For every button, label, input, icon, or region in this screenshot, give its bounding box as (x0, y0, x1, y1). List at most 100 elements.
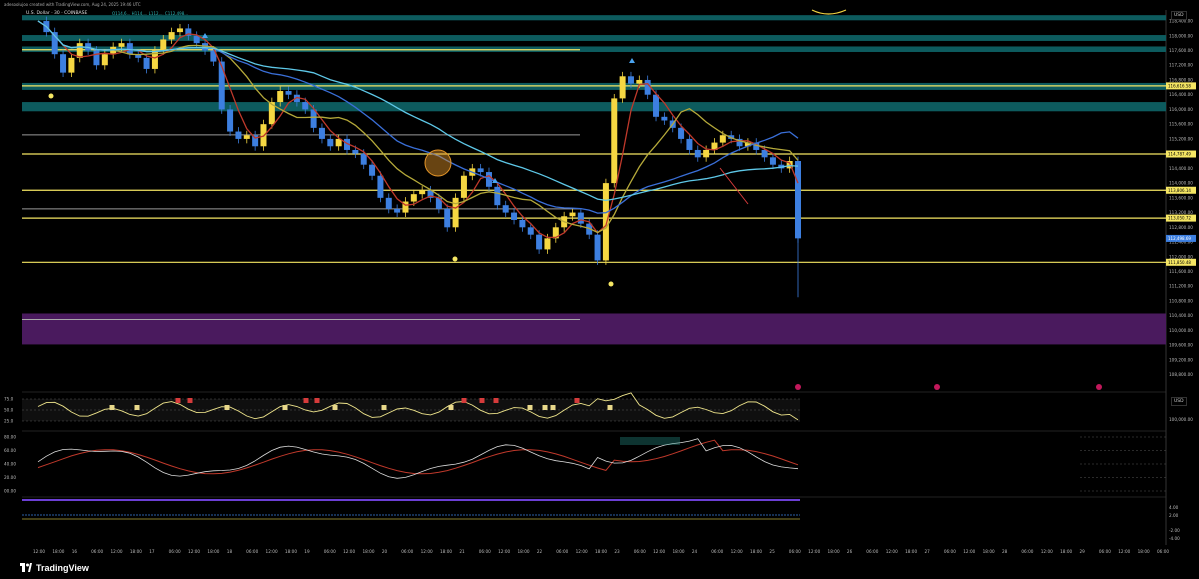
price-tick-label: 109,200.00 (1169, 357, 1193, 362)
candle-body (519, 219, 526, 228)
rsi-oversold-marker (282, 405, 288, 410)
time-tick-label: 28 (1002, 549, 1008, 554)
time-tick-label: 06:00 (324, 549, 336, 554)
time-tick-label: 06:00 (789, 549, 801, 554)
price-tick-label: 118,000.00 (1169, 33, 1193, 38)
candle-body (444, 208, 451, 228)
time-tick-label: 26 (847, 549, 853, 554)
price-tick-label: 116,800.00 (1169, 77, 1193, 82)
candle-body (661, 116, 668, 121)
candle-body (68, 57, 75, 73)
price-tick-label: 113,200.00 (1169, 210, 1193, 215)
time-tick-label: 18:00 (285, 549, 297, 554)
candle-body (569, 212, 576, 217)
time-tick-label: 23 (614, 549, 620, 554)
candle-body (627, 76, 634, 84)
candle-body (602, 183, 609, 261)
candle-body (218, 61, 225, 110)
rsi-tick-label: 50.0 (4, 408, 14, 413)
chart-frame: 118,400.00 118,000.00 117,600.00 117,200.00… (0, 0, 1199, 579)
time-tick-label: 18:00 (673, 549, 685, 554)
logo-text: TradingView (36, 563, 89, 573)
rsi-oversold-marker (332, 405, 338, 410)
time-tick-label: 18 (227, 549, 233, 554)
time-tick-label: 12:00 (421, 549, 433, 554)
rsi-overbought-marker (493, 398, 499, 403)
tradingview-logo: TradingView (20, 563, 89, 573)
rsi-tick-label: 25.0 (4, 419, 14, 424)
time-tick-label: 24 (692, 549, 698, 554)
time-tick-label: 12:00 (498, 549, 510, 554)
ohlc-readout: O114,6... H114,... L112,... C112,498... (112, 11, 189, 16)
candle-body (176, 28, 183, 33)
rsi-overbought-marker (461, 398, 467, 403)
candle-body (93, 50, 100, 66)
osc-tick-label: -4.00 (1169, 536, 1180, 541)
candle-body (377, 175, 384, 198)
event-icon (934, 384, 940, 390)
candle-body (719, 135, 726, 143)
price-label-text: 112,498.69 (1168, 236, 1191, 241)
candle-body (536, 234, 543, 250)
candle-body (502, 205, 509, 213)
rsi-overbought-marker (303, 398, 309, 403)
stoch-tick-label: 20.00 (4, 475, 16, 480)
candle-body (143, 57, 150, 69)
candle-body (227, 109, 234, 132)
price-tick-label: 110,400.00 (1169, 313, 1193, 318)
price-label-text: 111,850.48 (1168, 260, 1191, 265)
candlestick-chart[interactable]: 118,400.00118,000.00117,600.00117,200.00… (0, 0, 1199, 559)
rsi-axis-label: 100,000.00 (1169, 417, 1193, 422)
purple-zone (22, 313, 1166, 345)
time-tick-label: 27 (924, 549, 930, 554)
rsi-oversold-marker (109, 405, 115, 410)
candle-body (703, 149, 710, 158)
osc-tick-label: -2.00 (1169, 528, 1180, 533)
candle-body (452, 197, 459, 228)
rsi-overbought-marker (314, 398, 320, 403)
time-tick-label: 18:00 (1138, 549, 1150, 554)
candle-body (385, 197, 392, 209)
osc-tick-label: 4.00 (1169, 505, 1179, 510)
currency-badge[interactable]: USD (1171, 11, 1187, 20)
price-tick-label: 109,600.00 (1169, 343, 1193, 348)
time-tick-label: 06:00 (866, 549, 878, 554)
symbol-label[interactable]: U.S. Dollar · 30 · COINBASE (26, 11, 87, 16)
time-tick-label: 06:00 (1021, 549, 1033, 554)
supply-zone (22, 35, 1166, 41)
time-tick-label: 12:00 (343, 549, 355, 554)
time-tick-label: 06:00 (1099, 549, 1111, 554)
event-icon (1096, 384, 1102, 390)
price-label-text: 113,050.72 (1168, 216, 1191, 221)
candle-body (577, 212, 584, 224)
price-tick-label: 110,000.00 (1169, 328, 1193, 333)
price-tick-label: 110,800.00 (1169, 298, 1193, 303)
candle-body (795, 161, 801, 239)
rsi-oversold-marker (448, 405, 454, 410)
signal-dot (48, 93, 54, 99)
supply-zone (22, 102, 1166, 112)
candle-body (644, 79, 651, 95)
price-tick-label: 117,600.00 (1169, 48, 1193, 53)
rsi-oversold-marker (224, 405, 230, 410)
candle-body (327, 138, 334, 147)
time-tick-label: 19 (304, 549, 310, 554)
time-tick-label: 20 (382, 549, 388, 554)
signal-dot (452, 256, 458, 262)
time-tick-label: 18:00 (362, 549, 374, 554)
candle-body (285, 91, 292, 95)
time-tick-label: 18:00 (828, 549, 840, 554)
rsi-oversold-marker (527, 405, 533, 410)
time-tick-label: 18:00 (983, 549, 995, 554)
time-tick-label: 29 (1079, 549, 1085, 554)
signal-dot (608, 281, 614, 287)
candle-body (235, 131, 242, 139)
candle-body (168, 32, 175, 40)
time-tick-label: 12:00 (111, 549, 123, 554)
price-tick-label: 116,000.00 (1169, 107, 1193, 112)
price-tick-label: 114,400.00 (1169, 166, 1193, 171)
price-tick-label: 112,000.00 (1169, 254, 1193, 259)
price-tick-label: 113,600.00 (1169, 195, 1193, 200)
currency-badge-indicator[interactable]: USD (1171, 397, 1187, 406)
candle-body (511, 212, 518, 220)
